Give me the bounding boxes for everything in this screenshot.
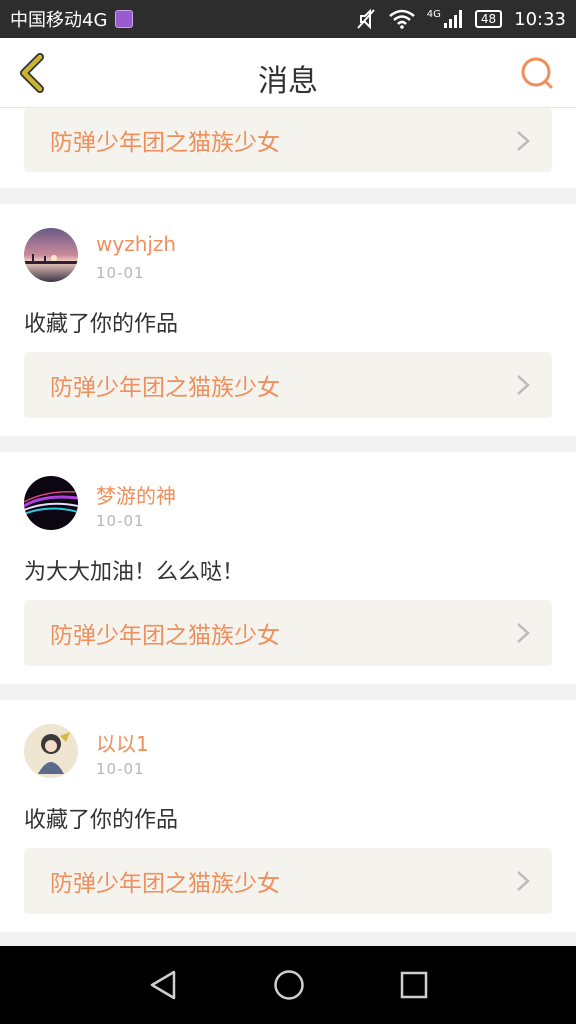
battery-icon: 48 xyxy=(474,10,503,28)
message-date: 10-01 xyxy=(96,760,145,778)
top-nav-bar: 消息 xyxy=(0,38,576,108)
work-link[interactable]: 防弹少年团之猫族少女 xyxy=(24,600,552,666)
status-bar: 中国移动4G 4G 48 10:33 xyxy=(0,0,576,38)
chevron-right-icon xyxy=(517,131,530,151)
chevron-right-icon xyxy=(517,871,530,891)
message-card: 以以1 10-01 收藏了你的作品 防弹少年团之猫族少女 xyxy=(0,700,576,932)
clock: 10:33 xyxy=(514,8,566,30)
username[interactable]: 梦游的神 xyxy=(96,480,176,509)
message-card-partial: 防弹少年团之猫族少女 xyxy=(0,108,576,188)
divider xyxy=(0,188,576,204)
system-nav-bar xyxy=(0,946,576,1024)
message-text: 收藏了你的作品 xyxy=(24,312,179,337)
signal-icon xyxy=(443,10,462,28)
back-triangle-icon[interactable] xyxy=(148,969,178,1001)
message-card: wyzhjzh 10-01 收藏了你的作品 防弹少年团之猫族少女 xyxy=(0,204,576,436)
chevron-right-icon xyxy=(517,623,530,643)
message-text: 收藏了你的作品 xyxy=(24,808,179,833)
message-date: 10-01 xyxy=(96,264,145,282)
work-link[interactable]: 防弹少年团之猫族少女 xyxy=(24,848,552,914)
network-type-label: 4G xyxy=(426,9,441,20)
chevron-right-icon xyxy=(517,375,530,395)
avatar[interactable] xyxy=(24,724,78,778)
recents-square-icon[interactable] xyxy=(400,971,428,999)
avatar[interactable] xyxy=(24,476,78,530)
mute-icon xyxy=(356,8,375,30)
message-list[interactable]: 防弹少年团之猫族少女 wyzhjzh 10-01 收藏了你的作品 防弹少年团之猫… xyxy=(0,108,576,946)
avatar[interactable] xyxy=(24,228,78,282)
home-circle-icon[interactable] xyxy=(273,969,305,1001)
work-title: 防弹少年团之猫族少女 xyxy=(50,130,280,156)
work-link[interactable]: 防弹少年团之猫族少女 xyxy=(24,352,552,418)
divider xyxy=(0,436,576,452)
page-title: 消息 xyxy=(258,64,318,99)
work-title: 防弹少年团之猫族少女 xyxy=(50,623,280,649)
wifi-icon xyxy=(388,9,415,29)
search-icon[interactable] xyxy=(520,56,554,90)
message-card: 梦游的神 10-01 为大大加油！么么哒！ 防弹少年团之猫族少女 xyxy=(0,452,576,684)
divider xyxy=(0,684,576,700)
username[interactable]: 以以1 xyxy=(96,728,149,757)
message-text: 为大大加油！么么哒！ xyxy=(24,560,245,585)
battery-level: 48 xyxy=(480,12,497,26)
work-title: 防弹少年团之猫族少女 xyxy=(50,375,280,401)
username[interactable]: wyzhjzh xyxy=(96,232,176,256)
gallery-notification-icon xyxy=(115,10,134,28)
divider xyxy=(0,932,576,946)
work-title: 防弹少年团之猫族少女 xyxy=(50,871,280,897)
carrier-label: 中国移动4G xyxy=(10,10,108,31)
message-date: 10-01 xyxy=(96,512,145,530)
work-link[interactable]: 防弹少年团之猫族少女 xyxy=(24,108,552,172)
